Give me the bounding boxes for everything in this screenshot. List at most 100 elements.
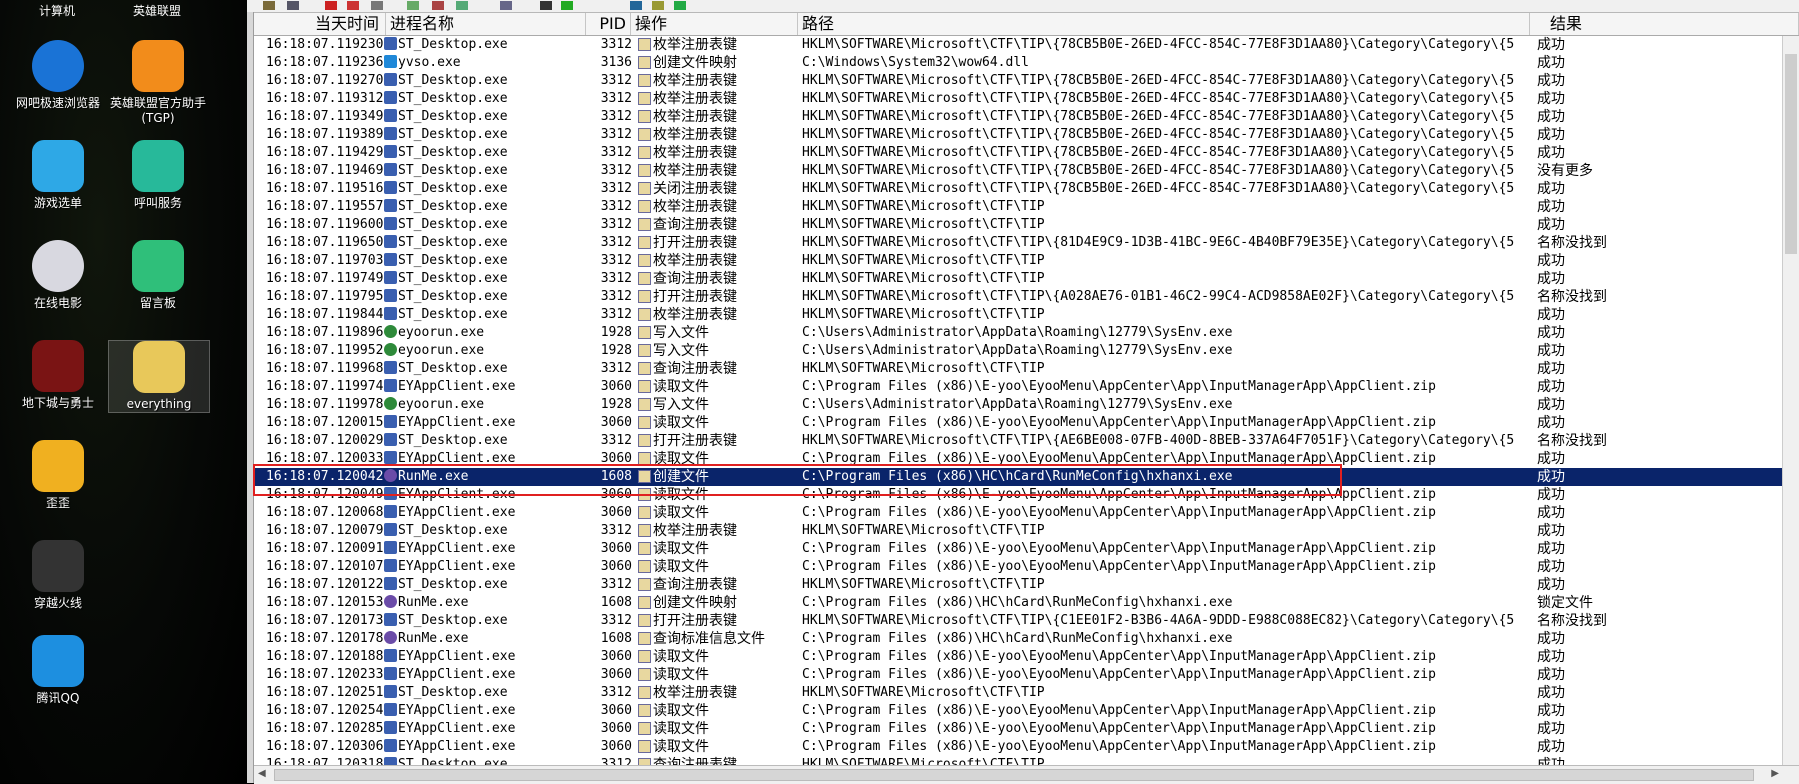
autoscroll-icon[interactable] [371,1,383,10]
table-row[interactable]: 16:18:07.1195576 ST_Desktop.exe 3312 枚举注册表键… [254,198,1790,216]
path-text: C:\Program Files (x86)\HC\hCard\RunMeCon… [802,595,1233,610]
vertical-scrollbar[interactable] [1782,36,1799,765]
horizontal-scroll-thumb[interactable] [274,769,1754,781]
network-icon[interactable] [630,1,642,10]
desktop-shortcut[interactable]: 游戏选单 [8,140,108,211]
cell-process: ST_Desktop.exe [384,756,589,765]
table-row[interactable]: 16:18:07.1202337 EYAppClient.exe 3060 读取文件 C… [254,666,1790,684]
process-name-text: ST_Desktop.exe [398,181,508,196]
time-text: 16:18:07.1199682 [266,361,384,376]
pid-text: 3312 [600,73,632,88]
time-text: 16:18:07.1202513 [266,685,384,700]
desktop-shortcut[interactable]: 歪歪 [8,440,108,511]
table-row[interactable]: 16:18:07.1192368 yvso.exe 3136 创建文件映射 C:\Win… [254,54,1790,72]
desktop-shortcut[interactable]: 在线电影 [8,240,108,311]
process-name-text: EYAppClient.exe [398,703,516,718]
desktop-shortcut[interactable]: 地下城与勇士 [8,340,108,411]
process-icon[interactable] [652,1,664,10]
table-row[interactable]: 16:18:07.1200425 RunMe.exe 1608 创建文件 C:\Prog… [254,468,1790,486]
profiling-icon[interactable] [674,1,686,10]
table-row[interactable]: 16:18:07.1199682 ST_Desktop.exe 3312 查询注册表键… [254,360,1790,378]
table-row[interactable]: 16:18:07.1199741 EYAppClient.exe 3060 读取文件 C… [254,378,1790,396]
horizontal-scrollbar[interactable]: ◀ ▶ [254,765,1799,784]
open-icon[interactable] [263,1,275,10]
desktop-shortcut[interactable]: everything [108,340,210,413]
find-icon[interactable] [500,1,512,10]
game-menu-icon [32,140,84,192]
filter-icon[interactable] [407,1,419,10]
cell-path: HKLM\SOFTWARE\Microsoft\CTF\TIP\{C1EE01F… [802,612,1514,630]
desktop-shortcut[interactable]: 留言板 [108,240,208,311]
column-result[interactable]: 结果 [1530,13,1799,35]
table-row[interactable]: 16:18:07.1198968 eyoorun.exe 1928 写入文件 C:\Us… [254,324,1790,342]
process-name-text: ST_Desktop.exe [398,109,508,124]
table-row[interactable]: 16:18:07.1199785 eyoorun.exe 1928 写入文件 C:\Us… [254,396,1790,414]
table-row[interactable]: 16:18:07.1192701 ST_Desktop.exe 3312 枚举注册表键… [254,72,1790,90]
table-row[interactable]: 16:18:07.1194696 ST_Desktop.exe 3312 枚举注册表键… [254,162,1790,180]
column-operation[interactable]: 操作 [631,13,798,35]
table-row[interactable]: 16:18:07.1201227 ST_Desktop.exe 3312 查询注册表键… [254,576,1790,594]
table-row[interactable]: 16:18:07.1195160 ST_Desktop.exe 3312 关闭注册表键… [254,180,1790,198]
target-icon[interactable] [456,1,468,10]
table-row[interactable]: 16:18:07.1197492 ST_Desktop.exe 3312 查询注册表键… [254,270,1790,288]
registry-icon[interactable] [540,1,552,10]
table-row[interactable]: 16:18:07.1200680 EYAppClient.exe 3060 读取文件 C… [254,504,1790,522]
table-row[interactable]: 16:18:07.1201071 EYAppClient.exe 3060 读取文件 C… [254,558,1790,576]
table-row[interactable]: 16:18:07.1196500 ST_Desktop.exe 3312 打开注册表键… [254,234,1790,252]
table-row[interactable]: 16:18:07.1199521 eyoorun.exe 1928 写入文件 C:\Us… [254,342,1790,360]
desktop-shortcut[interactable]: 穿越火线 [8,540,108,611]
table-row[interactable]: 16:18:07.1202850 EYAppClient.exe 3060 读取文件 C… [254,720,1790,738]
pid-text: 1608 [600,469,632,484]
cell-path: C:\Program Files (x86)\E-yoo\EyooMenu\Ap… [802,414,1514,432]
table-row[interactable]: 16:18:07.1203183 ST_Desktop.exe 3312 查询注册表键… [254,756,1790,765]
table-row[interactable]: 16:18:07.1201784 RunMe.exe 1608 查询标准信息文件 C:\… [254,630,1790,648]
clear-icon[interactable] [325,1,337,10]
table-row[interactable]: 16:18:07.1203060 EYAppClient.exe 3060 读取文件 C… [254,738,1790,756]
cell-result: 成功 [1537,738,1607,756]
table-row[interactable]: 16:18:07.1200337 EYAppClient.exe 3060 读取文件 C… [254,450,1790,468]
cell-path: C:\Program Files (x86)\E-yoo\EyooMenu\Ap… [802,450,1514,468]
table-row[interactable]: 16:18:07.1193498 ST_Desktop.exe 3312 枚举注册表键… [254,108,1790,126]
capture-icon[interactable] [347,1,359,10]
result-text: 成功 [1537,703,1565,719]
event-list[interactable]: 当天时间 进程名称 PID 操作 路径 结果 16:18:07.1192300 S… [254,13,1799,765]
table-row[interactable]: 16:18:07.1196001 ST_Desktop.exe 3312 查询注册表键… [254,216,1790,234]
vertical-scroll-thumb[interactable] [1785,54,1797,254]
desktop-top-label-lol[interactable]: 英雄联盟 [112,2,202,19]
table-row[interactable]: 16:18:07.1193899 ST_Desktop.exe 3312 枚举注册表键… [254,126,1790,144]
cell-operation: 读取文件 [638,558,798,576]
table-row[interactable]: 16:18:07.1197032 ST_Desktop.exe 3312 枚举注册表键… [254,252,1790,270]
column-process-name[interactable]: 进程名称 [386,13,586,35]
table-row[interactable]: 16:18:07.1192300 ST_Desktop.exe 3312 枚举注册表键… [254,36,1790,54]
scroll-right-icon[interactable]: ▶ [1771,768,1779,779]
table-row[interactable]: 16:18:07.1193126 ST_Desktop.exe 3312 枚举注册表键… [254,90,1790,108]
table-row[interactable]: 16:18:07.1202513 ST_Desktop.exe 3312 枚举注册表键… [254,684,1790,702]
table-row[interactable]: 16:18:07.1200914 EYAppClient.exe 3060 读取文件 C… [254,540,1790,558]
table-row[interactable]: 16:18:07.1197956 ST_Desktop.exe 3312 打开注册表键… [254,288,1790,306]
desktop-shortcut[interactable]: 英雄联盟官方助手(TGP) [108,40,208,126]
table-row[interactable]: 16:18:07.1200792 ST_Desktop.exe 3312 枚举注册表键… [254,522,1790,540]
desktop-shortcut[interactable]: 呼叫服务 [108,140,208,211]
cell-pid: 3312 [589,144,632,162]
save-icon[interactable] [287,1,299,10]
cell-path: C:\Program Files (x86)\E-yoo\EyooMenu\Ap… [802,648,1514,666]
table-row[interactable]: 16:18:07.1200499 EYAppClient.exe 3060 读取文件 C… [254,486,1790,504]
column-pid[interactable]: PID [586,13,631,35]
table-row[interactable]: 16:18:07.1200298 ST_Desktop.exe 3312 打开注册表键… [254,432,1790,450]
time-text: 16:18:07.1196001 [266,217,384,232]
table-row[interactable]: 16:18:07.1194295 ST_Desktop.exe 3312 枚举注册表键… [254,144,1790,162]
column-path[interactable]: 路径 [798,13,1530,35]
table-row[interactable]: 16:18:07.1198445 ST_Desktop.exe 3312 枚举注册表键… [254,306,1790,324]
table-row[interactable]: 16:18:07.1200156 EYAppClient.exe 3060 读取文件 C… [254,414,1790,432]
desktop-top-label-computer[interactable]: 计算机 [12,2,102,19]
filesystem-icon[interactable] [561,1,573,10]
column-time[interactable]: 当天时间 [254,13,386,35]
desktop-shortcut[interactable]: 腾讯QQ [8,635,108,706]
desktop-shortcut[interactable]: 网吧极速浏览器 [8,40,108,111]
table-row[interactable]: 16:18:07.1201530 RunMe.exe 1608 创建文件映射 C:\Pr… [254,594,1790,612]
table-row[interactable]: 16:18:07.1201731 ST_Desktop.exe 3312 打开注册表键… [254,612,1790,630]
scroll-left-icon[interactable]: ◀ [258,768,266,779]
highlight-icon[interactable] [432,1,444,10]
table-row[interactable]: 16:18:07.1202547 EYAppClient.exe 3060 读取文件 C… [254,702,1790,720]
table-row[interactable]: 16:18:07.1201887 EYAppClient.exe 3060 读取文件 C… [254,648,1790,666]
